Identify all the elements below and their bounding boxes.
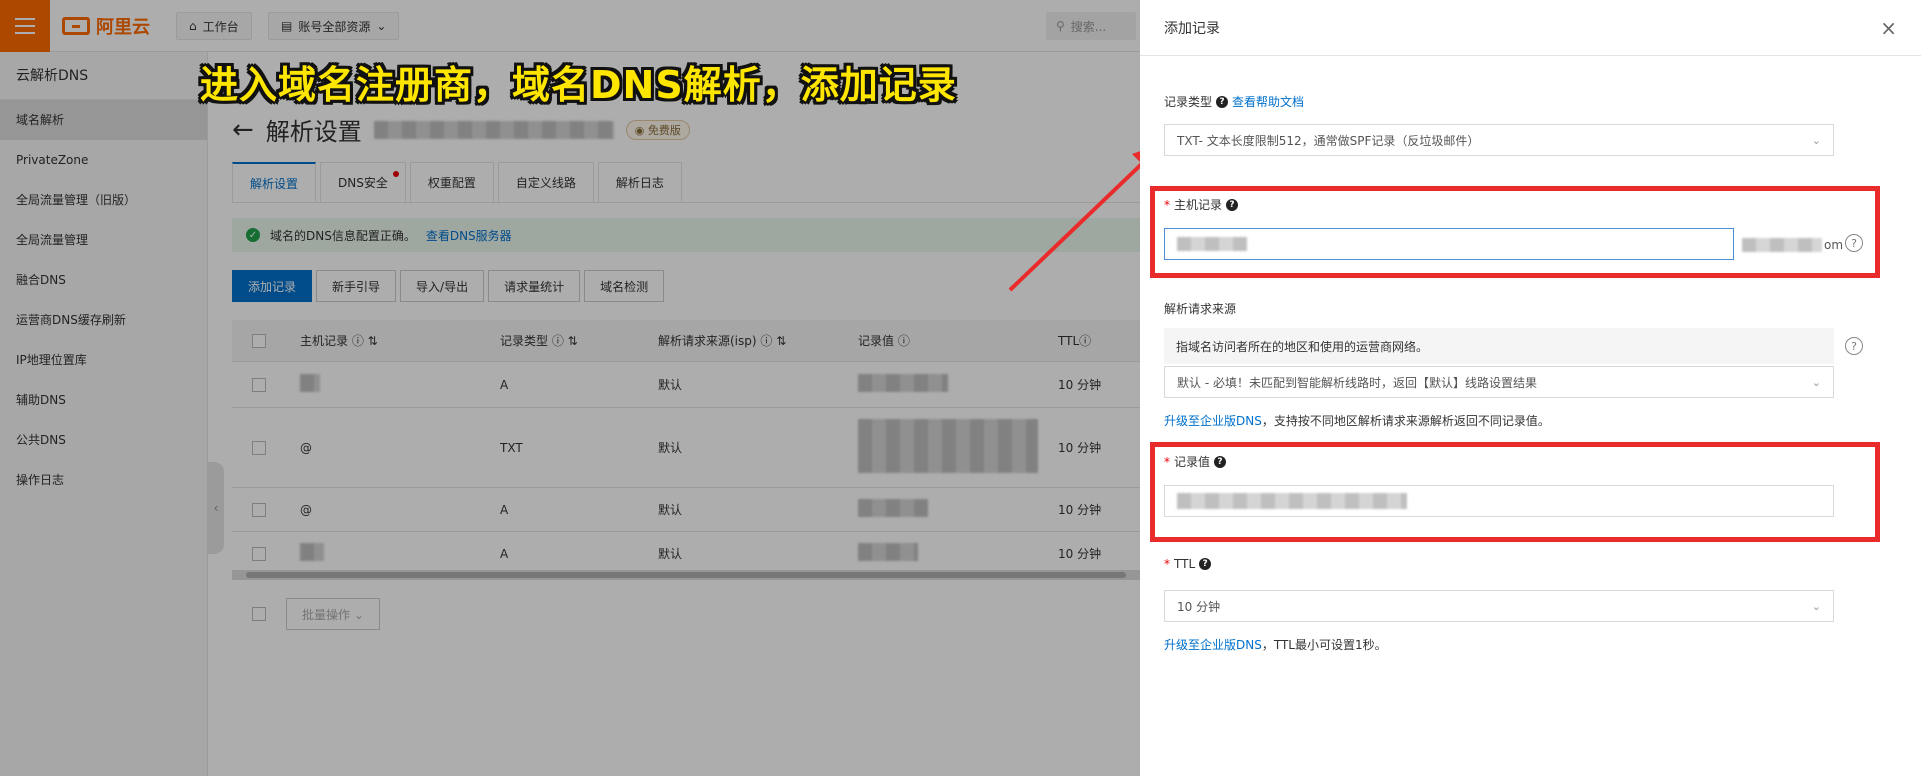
upgrade-enterprise-link[interactable]: 升级至企业版DNS (1164, 414, 1262, 428)
ttl-label: * TTL ? (1164, 557, 1212, 571)
tutorial-banner: 进入域名注册商，域名DNS解析，添加记录 (200, 63, 957, 107)
chevron-down-icon: ⌄ (1811, 133, 1821, 147)
upgrade-ttl-text: ，TTL最小可设置1秒。 (1261, 638, 1387, 652)
close-icon[interactable]: × (1880, 16, 1897, 40)
drawer-header: 添加记录 × (1140, 0, 1921, 56)
record-value-highlight (1150, 442, 1880, 542)
ttl-label-text: TTL (1174, 557, 1196, 571)
source-hint: 指域名访问者所在的地区和使用的运营商网络。 (1164, 328, 1834, 364)
upgrade-ttl-note: 升级至企业版DNS，TTL最小可设置1秒。 (1164, 636, 1387, 653)
ttl-value: 10 分钟 (1177, 599, 1221, 614)
chevron-down-icon: ⌄ (1811, 599, 1821, 613)
source-value: 默认 - 必填！未匹配到智能解析线路时，返回【默认】线路设置结果 (1177, 375, 1537, 390)
upgrade-source-text: ，支持按不同地区解析请求来源解析返回不同记录值。 (1261, 414, 1550, 428)
upgrade-source-note: 升级至企业版DNS，支持按不同地区解析请求来源解析返回不同记录值。 (1164, 412, 1550, 429)
upgrade-enterprise-link[interactable]: 升级至企业版DNS (1164, 638, 1262, 652)
record-type-label-text: 记录类型 (1164, 95, 1213, 109)
required-mark: * (1164, 557, 1170, 571)
question-circle-icon[interactable]: ? (1845, 337, 1863, 355)
record-type-value: TXT- 文本长度限制512，通常做SPF记录（反垃圾邮件） (1177, 133, 1480, 148)
source-label: 解析请求来源 (1164, 302, 1237, 316)
drawer-title: 添加记录 (1164, 20, 1220, 37)
source-select[interactable]: 默认 - 必填！未匹配到智能解析线路时，返回【默认】线路设置结果 ⌄ (1164, 366, 1834, 398)
help-icon[interactable]: ? (1216, 95, 1229, 108)
help-icon[interactable]: ? (1199, 558, 1212, 570)
modal-overlay[interactable] (0, 0, 1140, 776)
chevron-down-icon: ⌄ (1811, 375, 1821, 389)
screen: 阿里云 ⌂ 工作台 ▤ 账号全部资源 ⌄ ⚲ 搜索... 云解析DNS 域名解析… (0, 0, 1921, 776)
add-record-drawer: 添加记录 × 记录类型 ? 查看帮助文档 TXT- 文本长度限制512，通常做S… (1140, 0, 1921, 776)
ttl-select[interactable]: 10 分钟 ⌄ (1164, 590, 1834, 622)
help-docs-link[interactable]: 查看帮助文档 (1232, 93, 1304, 110)
record-type-select[interactable]: TXT- 文本长度限制512，通常做SPF记录（反垃圾邮件） ⌄ (1164, 124, 1834, 156)
record-type-label: 记录类型 ? 查看帮助文档 (1164, 93, 1304, 110)
host-record-highlight (1150, 186, 1880, 278)
